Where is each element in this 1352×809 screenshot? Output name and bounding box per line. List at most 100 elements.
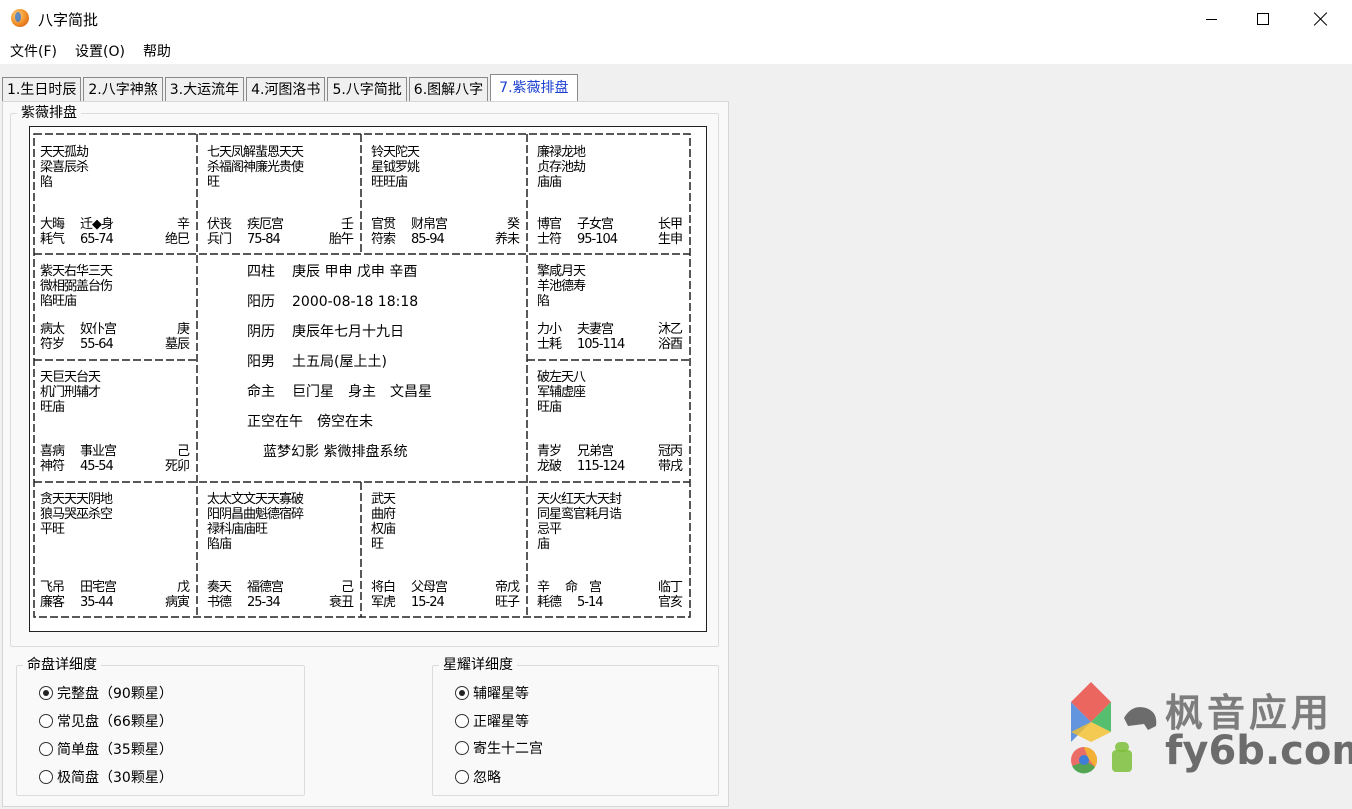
chart-group-title: 紫薇排盘 <box>17 104 81 122</box>
palace-name: 子女宫 <box>577 217 614 232</box>
tab-strip: 1.生日时辰 2.八字神煞 3.大运流年 4.河图洛书 5.八字简批 6.图解八… <box>2 74 580 102</box>
palace-branch: 病寅 <box>164 595 190 610</box>
radio-minimal-chart[interactable]: 极简盘（30颗星） <box>39 767 173 787</box>
palace-god: 耗德 <box>537 595 562 610</box>
palace-name: 福德宫 <box>247 580 284 595</box>
watermark-domain: fy6b.com <box>1165 728 1352 774</box>
palace-age: 55-64 <box>80 337 114 352</box>
palace-age: 35-44 <box>80 595 114 610</box>
tab-ziwei-paipan[interactable]: 7.紫薇排盘 <box>490 74 578 102</box>
palace-name: 父母宫 <box>411 580 448 595</box>
palace-stem: 庚 <box>176 322 190 337</box>
minimize-button[interactable] <box>1182 0 1240 38</box>
solar-date-label: 阳历 <box>247 294 275 310</box>
palace-stem: 戊 <box>176 580 190 595</box>
palace-god: 将白 <box>371 580 396 595</box>
palace-chou: 太太文文天天寡破 阳阴昌曲魁德宿碎 禄科庙庙旺 陷庙 奏天 福德宫 己 书德 25-3… <box>197 482 361 617</box>
palace-branch: 墓辰 <box>164 337 190 352</box>
bureau-value: 土五局(屋上土) <box>292 354 387 370</box>
palace-stars: 贪天天天阴地 狼马哭巫杀空 平旺 <box>40 492 113 537</box>
solar-date-value: 2000-08-18 18:18 <box>292 294 419 310</box>
palace-branch: 旺子 <box>494 595 520 610</box>
four-pillars-label: 四柱 <box>247 264 275 280</box>
palace-age: 75-84 <box>247 232 281 247</box>
radio-main-stars[interactable]: 正曜星等 <box>455 711 529 731</box>
tab-dayun-liunian[interactable]: 3.大运流年 <box>164 77 245 102</box>
menu-bar: 文件(F) 设置(O) 帮助 <box>0 38 1352 64</box>
palace-age: 65-74 <box>80 232 114 247</box>
life-master-label: 命主 <box>247 384 275 400</box>
lunar-date-label: 阴历 <box>247 324 275 340</box>
palace-footer: 飞吊 田宅宫 戊 廉客 35-44 病寅 <box>40 580 190 610</box>
palace-branch: 官亥 <box>657 595 683 610</box>
tab-hetu-luoshu[interactable]: 4.河图洛书 <box>246 77 326 102</box>
palace-god: 军虎 <box>371 595 396 610</box>
palace-god: 辛 <box>537 580 550 595</box>
menu-settings[interactable]: 设置(O) <box>75 41 125 61</box>
menu-help[interactable]: 帮助 <box>143 41 171 61</box>
palace-god: 士符 <box>537 232 562 247</box>
radio-simple-chart[interactable]: 简单盘（35颗星） <box>39 739 173 759</box>
radio-common-chart[interactable]: 常见盘（66颗星） <box>39 711 173 731</box>
tab-bazi-jianpi[interactable]: 5.八字简批 <box>327 77 407 102</box>
chart-center-info: 四柱 庚辰 甲申 戊申 辛酉 阳历 2000-08-18 18:18 阴历 庚辰年七月… <box>197 257 527 467</box>
void-value: 正空在午 傍空在未 <box>247 414 373 430</box>
palace-chen: 紫天右华三天 微相弼盖台伤 陷旺庙 病太 奴仆宫 庚 符岁 55-64 墓辰 <box>30 254 197 360</box>
palace-age: 105-114 <box>577 337 625 352</box>
palace-god: 病太 <box>40 322 65 337</box>
palace-shen: 廉禄龙地 贞存池劫 庙庙 博官 子女宫 长甲 士符 95-104 生申 <box>527 127 690 254</box>
palace-stem: 冠丙 <box>657 444 683 459</box>
palace-stem: 壬 <box>340 217 354 232</box>
palace-god: 官贯 <box>371 217 396 232</box>
palace-god: 喜病 <box>40 444 65 459</box>
palace-age: 115-124 <box>577 459 625 474</box>
window-title: 八字简批 <box>38 11 99 29</box>
palace-god: 青岁 <box>537 444 562 459</box>
app-icon <box>11 9 29 27</box>
radio-auxiliary-stars[interactable]: 辅曜星等 <box>455 683 529 703</box>
palace-god: 博官 <box>537 217 562 232</box>
radio-label: 忽略 <box>473 770 501 786</box>
radio-checked-icon <box>39 686 53 700</box>
radio-ignore[interactable]: 忽略 <box>455 767 501 787</box>
palace-stars: 破左天八 军辅虚座 旺庙 <box>537 370 586 415</box>
palace-wu: 七天凤解蜚恩天天 杀福阁神廉光贵使 旺 伏丧 疾厄宫 壬 兵门 75-84 胎午 <box>197 127 361 254</box>
tab-birth-time[interactable]: 1.生日时辰 <box>2 77 82 102</box>
palace-zi: 武天 曲府 权庙 旺 将白 父母宫 帝戊 军虎 15-24 旺子 <box>361 482 527 617</box>
palace-branch: 带戌 <box>657 459 683 474</box>
gender-label: 阳男 <box>247 354 275 370</box>
radio-unchecked-icon <box>39 742 53 756</box>
solar-date-row: 阳历 2000-08-18 18:18 <box>197 287 527 317</box>
palace-god: 耗气 <box>40 232 65 247</box>
palace-stars: 太太文文天天寡破 阳阴昌曲魁德宿碎 禄科庙庙旺 陷庙 <box>207 492 304 552</box>
radio-full-chart[interactable]: 完整盘（90颗星） <box>39 683 173 703</box>
palace-xu: 破左天八 军辅虚座 旺庙 青岁 兄弟宫 冠丙 龙破 115-124 带戌 <box>527 360 690 482</box>
palace-footer: 奏天 福德宫 己 书德 25-34 衰丑 <box>207 580 354 610</box>
palace-you: 擎咸月天 羊池德寿 陷 力小 夫妻宫 沐乙 士耗 105-114 浴酉 <box>527 254 690 360</box>
palace-footer: 博官 子女宫 长甲 士符 95-104 生申 <box>537 217 683 247</box>
palace-stem: 癸 <box>506 217 520 232</box>
palace-name: 命 宫 <box>565 580 602 595</box>
palace-branch: 浴酉 <box>657 337 683 352</box>
palace-stem: 长甲 <box>657 217 683 232</box>
palace-stars: 擎咸月天 羊池德寿 陷 <box>537 264 586 309</box>
palace-god: 廉客 <box>40 595 65 610</box>
palace-age: 5-14 <box>577 595 604 610</box>
radio-label: 辅曜星等 <box>473 686 529 702</box>
void-row: 正空在午 傍空在未 <box>197 407 527 437</box>
radio-unchecked-icon <box>455 714 469 728</box>
life-master-row: 命主 巨门星 身主 文昌星 <box>197 377 527 407</box>
radio-twelve-stages[interactable]: 寄生十二宫 <box>455 738 543 758</box>
palace-name: 夫妻宫 <box>577 322 614 337</box>
detail-level-title: 命盘详细度 <box>23 656 101 674</box>
close-button[interactable] <box>1292 0 1350 38</box>
menu-file[interactable]: 文件(F) <box>10 41 57 61</box>
palace-footer: 力小 夫妻宫 沐乙 士耗 105-114 浴酉 <box>537 322 683 352</box>
palace-name: 事业宫 <box>80 444 117 459</box>
palace-god: 兵门 <box>207 232 232 247</box>
tab-bazi-shensha[interactable]: 2.八字神煞 <box>83 77 163 102</box>
tab-tujie-bazi[interactable]: 6.图解八字 <box>408 77 489 102</box>
radio-label: 正曜星等 <box>473 714 529 730</box>
palace-god: 神符 <box>40 459 65 474</box>
maximize-button[interactable] <box>1234 0 1292 38</box>
